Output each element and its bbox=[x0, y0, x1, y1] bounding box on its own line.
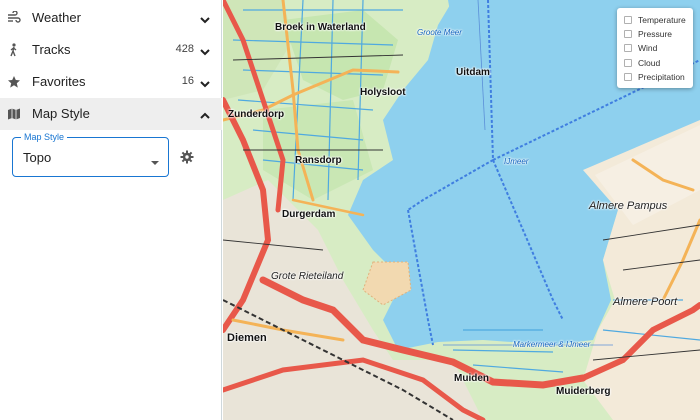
weather-icon bbox=[7, 10, 21, 25]
map-label-almere-pampus: Almere Pampus bbox=[589, 200, 668, 212]
sidebar-item-label: Tracks bbox=[32, 42, 71, 57]
chevron-up-icon bbox=[200, 109, 210, 119]
layer-label: Precipitation bbox=[638, 71, 685, 82]
favorites-count: 16 bbox=[181, 75, 194, 87]
layer-option-cloud[interactable]: Cloud bbox=[617, 56, 693, 70]
map-label-zunderdorp: Zunderdorp bbox=[228, 109, 285, 120]
map-label-broek: Broek in Waterland bbox=[275, 22, 366, 33]
sidebar-item-favorites[interactable]: Favorites 16 bbox=[0, 66, 222, 98]
layer-label: Temperature bbox=[638, 15, 686, 26]
map-label-markermeer: Markermeer & IJmeer bbox=[513, 340, 591, 349]
chevron-down-icon bbox=[200, 13, 210, 24]
map-style-select[interactable]: Map Style Topo bbox=[12, 131, 169, 177]
layer-option-precipitation[interactable]: Precipitation bbox=[617, 70, 693, 84]
map-style-legend: Map Style bbox=[21, 131, 68, 143]
map-label-muiderberg: Muiderberg bbox=[556, 386, 611, 397]
layer-option-pressure[interactable]: Pressure bbox=[617, 27, 693, 41]
map-label-durgerdam: Durgerdam bbox=[282, 209, 336, 220]
layer-label: Cloud bbox=[638, 57, 661, 68]
layer-checkbox[interactable] bbox=[624, 72, 632, 81]
weather-layer-panel: Temperature Pressure Wind Cloud Precipit… bbox=[617, 8, 693, 88]
hiker-icon bbox=[7, 43, 21, 57]
sidebar-item-label: Favorites bbox=[32, 74, 86, 89]
layer-checkbox[interactable] bbox=[624, 58, 632, 67]
map-label-diemen: Diemen bbox=[227, 332, 267, 344]
layer-checkbox[interactable] bbox=[624, 30, 632, 39]
layer-option-wind[interactable]: Wind bbox=[617, 41, 693, 55]
map-label-ijmeer: IJmeer bbox=[504, 157, 529, 166]
chevron-down-icon bbox=[200, 77, 210, 88]
map-label-muiden: Muiden bbox=[454, 373, 489, 384]
map-label-holysloot: Holysloot bbox=[360, 87, 406, 98]
layer-label: Pressure bbox=[638, 29, 673, 40]
gear-icon[interactable] bbox=[180, 150, 194, 164]
layer-checkbox[interactable] bbox=[624, 44, 632, 53]
dropdown-arrow-icon bbox=[150, 154, 160, 165]
map-style-value: Topo bbox=[23, 150, 52, 165]
layer-checkbox[interactable] bbox=[624, 16, 632, 25]
chevron-down-icon bbox=[200, 45, 210, 56]
tracks-count: 428 bbox=[175, 43, 194, 55]
map-label-ransdorp: Ransdorp bbox=[295, 155, 342, 166]
layer-option-temperature[interactable]: Temperature bbox=[617, 13, 693, 27]
sidebar-item-label: Weather bbox=[32, 10, 81, 25]
map-label-almere-poort: Almere Poort bbox=[613, 296, 678, 308]
sidebar: Weather Tracks 428 Favorites 16 Map Styl… bbox=[0, 0, 222, 420]
map-label-grote-rieteiland: Grote Rieteiland bbox=[271, 271, 344, 282]
layer-label: Wind bbox=[638, 43, 658, 54]
star-icon bbox=[7, 75, 21, 89]
sidebar-item-label: Map Style bbox=[32, 106, 90, 121]
map-label-uitdam: Uitdam bbox=[456, 67, 490, 78]
sidebar-item-map-style[interactable]: Map Style bbox=[0, 98, 222, 130]
map-label-groote-meer: Groote Meer bbox=[417, 28, 462, 37]
sidebar-item-tracks[interactable]: Tracks 428 bbox=[0, 34, 222, 66]
sidebar-item-weather[interactable]: Weather bbox=[0, 2, 222, 34]
map-icon bbox=[7, 107, 21, 121]
